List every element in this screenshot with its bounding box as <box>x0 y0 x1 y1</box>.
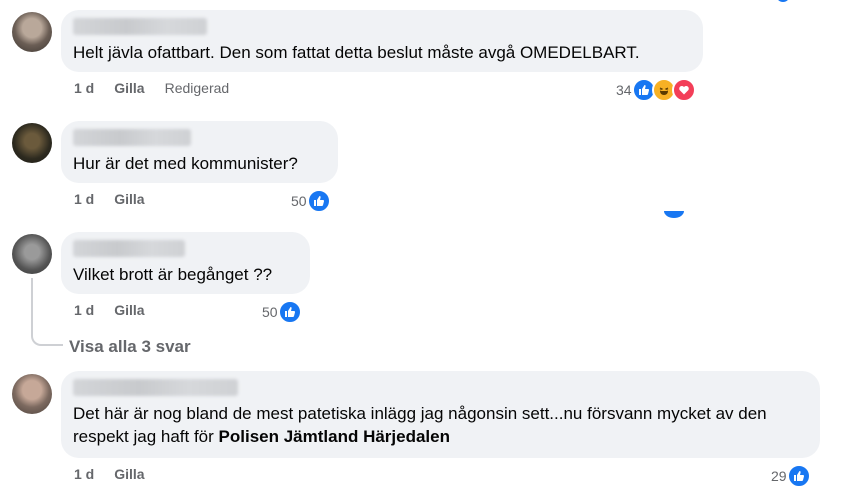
author-name[interactable] <box>73 129 191 146</box>
comment-actions: 1 d Gilla Redigerad <box>74 80 229 96</box>
avatar[interactable] <box>12 12 52 52</box>
comment-time[interactable]: 1 d <box>74 466 94 482</box>
reaction-count: 29 <box>771 468 787 484</box>
avatar[interactable] <box>12 123 52 163</box>
reaction-count: 50 <box>262 304 278 320</box>
like-icon <box>786 464 811 488</box>
reaction-count: 34 <box>616 82 632 98</box>
avatar[interactable] <box>12 234 52 274</box>
comment-actions: 1 d Gilla <box>74 191 145 207</box>
avatar[interactable] <box>12 374 52 414</box>
comment-bubble: Vilket brott är begånget ?? <box>61 232 310 294</box>
comment-actions: 1 d Gilla <box>74 302 145 318</box>
comment-bubble: Det här är nog bland de mest patetiska i… <box>61 371 820 458</box>
author-name[interactable] <box>73 379 238 396</box>
like-icon <box>277 300 302 324</box>
comment-bubble: Helt jävla ofattbart. Den som fattat det… <box>61 10 703 72</box>
like-button[interactable]: Gilla <box>114 191 144 207</box>
comment-time[interactable]: 1 d <box>74 80 94 96</box>
reply-thread-line <box>31 278 63 346</box>
reaction-summary[interactable]: 34 <box>616 78 696 102</box>
view-replies-button[interactable]: Visa alla 3 svar <box>69 337 191 357</box>
author-name[interactable] <box>73 240 185 257</box>
page-mention-link[interactable]: Polisen Jämtland Härjedalen <box>219 427 450 446</box>
comment-time[interactable]: 1 d <box>74 191 94 207</box>
author-name[interactable] <box>73 18 207 35</box>
like-button[interactable]: Gilla <box>114 80 144 96</box>
like-button[interactable]: Gilla <box>114 466 144 482</box>
edited-label[interactable]: Redigerad <box>165 80 230 96</box>
comment-text: Helt jävla ofattbart. Den som fattat det… <box>73 43 640 62</box>
comment-actions: 1 d Gilla <box>74 466 145 482</box>
comment-bubble: Hur är det med kommunister? <box>61 121 338 183</box>
comment-text: Hur är det med kommunister? <box>73 154 298 173</box>
reaction-summary[interactable]: 50 <box>262 300 302 324</box>
like-icon <box>306 189 331 213</box>
reaction-count: 50 <box>291 193 307 209</box>
like-button[interactable]: Gilla <box>114 302 144 318</box>
comment-text: Vilket brott är begånget ?? <box>73 265 273 284</box>
like-icon <box>664 211 684 218</box>
reaction-summary[interactable]: 50 <box>291 189 331 213</box>
reaction-summary[interactable]: 29 <box>771 464 811 488</box>
comment-text: Det här är nog bland de mest patetiska i… <box>73 404 767 446</box>
love-icon <box>671 78 696 102</box>
like-icon <box>776 0 790 2</box>
comment-time[interactable]: 1 d <box>74 302 94 318</box>
